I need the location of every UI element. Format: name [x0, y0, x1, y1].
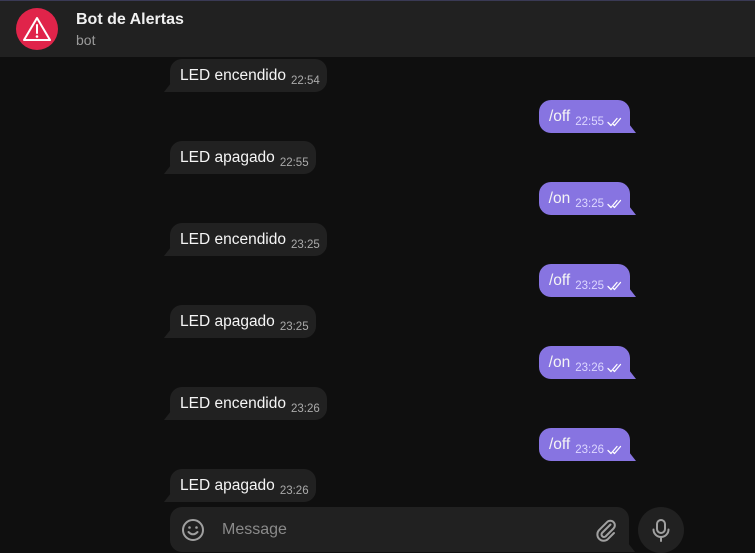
message-meta: 23:26 [575, 362, 623, 374]
incoming-message[interactable]: LED encendido 22:54 [164, 59, 327, 92]
message-meta: 23:26 [575, 444, 623, 456]
message-text: LED apagado [180, 148, 275, 166]
message-text: /off [548, 107, 571, 125]
message-time: 23:26 [279, 484, 309, 497]
outgoing-message[interactable]: /off 23:25 [538, 264, 637, 297]
double-check-icon [607, 363, 622, 372]
message-time: 22:55 [279, 156, 309, 169]
incoming-message[interactable]: LED apagado 22:55 [164, 141, 316, 174]
message-text: LED encendido [180, 394, 286, 412]
incoming-message[interactable]: LED encendido 23:25 [164, 223, 327, 256]
incoming-message[interactable]: LED encendido 23:26 [164, 387, 327, 420]
message-composer [170, 507, 635, 552]
message-time: 23:25 [575, 279, 604, 292]
incoming-message[interactable]: LED apagado 23:26 [164, 469, 316, 502]
message-text: /off [548, 271, 571, 289]
outgoing-message[interactable]: /off 23:26 [538, 428, 637, 461]
smiley-icon[interactable] [180, 517, 206, 543]
avatar[interactable] [16, 8, 58, 50]
incoming-message[interactable]: LED apagado 23:25 [164, 305, 316, 338]
message-time: 22:55 [575, 115, 604, 128]
outgoing-message[interactable]: /on 23:25 [538, 182, 637, 215]
message-time: 23:26 [575, 361, 604, 374]
outgoing-message[interactable]: /off 22:55 [538, 100, 637, 133]
message-text: /on [548, 353, 571, 371]
double-check-icon [607, 281, 622, 290]
microphone-icon [652, 519, 670, 542]
message-text: /on [548, 189, 571, 207]
chat-subtitle: bot [76, 32, 96, 48]
message-text: LED apagado [180, 312, 275, 330]
message-text: /off [548, 435, 571, 453]
message-time: 23:25 [575, 197, 604, 210]
message-time: 23:26 [575, 443, 604, 456]
message-meta: 23:26 [280, 485, 309, 497]
message-meta: 23:25 [575, 198, 623, 210]
message-list[interactable]: LED encendido 22:54/off 22:55 LED apagado 22… [0, 57, 755, 503]
paperclip-icon[interactable] [594, 518, 618, 542]
message-time: 23:25 [291, 238, 320, 251]
message-time: 23:26 [291, 402, 320, 415]
message-meta: 22:54 [291, 75, 320, 87]
message-input[interactable] [220, 515, 584, 545]
message-text: LED encendido [180, 66, 286, 84]
voice-record-button[interactable] [638, 507, 684, 553]
outgoing-message[interactable]: /on 23:26 [538, 346, 637, 379]
message-meta: 23:25 [280, 321, 309, 333]
double-check-icon [607, 445, 622, 454]
message-time: 22:54 [291, 74, 320, 87]
chat-title[interactable]: Bot de Alertas [76, 11, 184, 29]
message-text: LED encendido [180, 230, 286, 248]
message-time: 23:25 [279, 320, 309, 333]
message-meta: 23:26 [291, 403, 320, 415]
double-check-icon [607, 117, 622, 126]
message-meta: 23:25 [575, 280, 623, 292]
message-meta: 22:55 [575, 116, 623, 128]
chat-header: Bot de Alertas bot [0, 0, 755, 57]
double-check-icon [607, 199, 622, 208]
warning-triangle-icon [23, 17, 51, 41]
message-meta: 22:55 [280, 157, 309, 169]
message-text: LED apagado [180, 476, 275, 494]
message-meta: 23:25 [291, 239, 320, 251]
